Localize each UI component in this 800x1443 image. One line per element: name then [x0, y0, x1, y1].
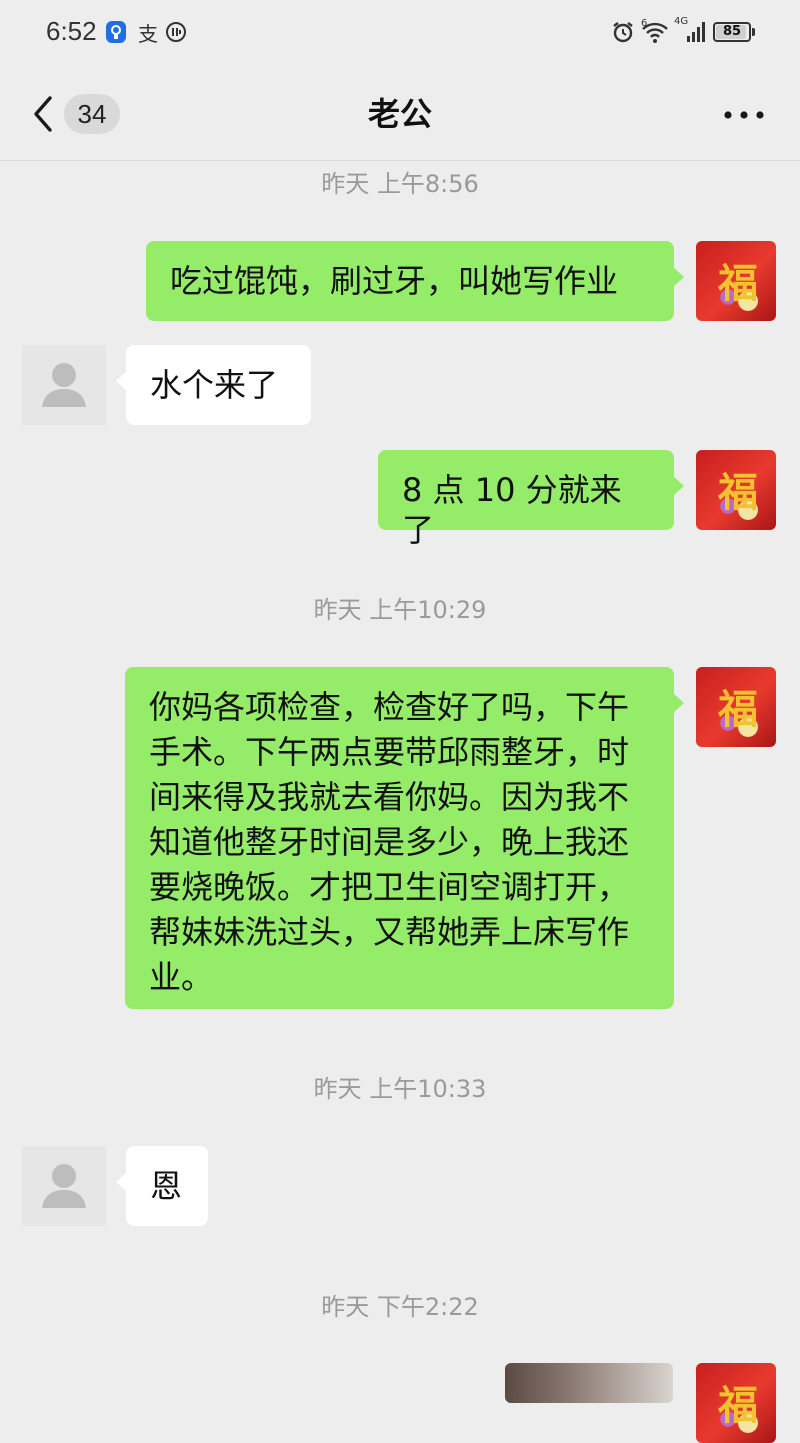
message-text: 8 点 10 分就来了 — [402, 471, 622, 549]
my-avatar[interactable]: 福 — [696, 450, 776, 530]
message-text: 水个来了 — [150, 366, 279, 404]
timestamp: 昨天 下午2:22 — [321, 1293, 479, 1321]
unread-count-badge[interactable]: 34 — [64, 94, 120, 134]
contact-avatar[interactable] — [22, 1146, 106, 1226]
my-avatar[interactable]: 福 — [696, 667, 776, 747]
avatar-glyph: 福 — [718, 686, 758, 733]
timestamp: 昨天 上午10:33 — [313, 1075, 487, 1103]
wifi-icon: 6 — [640, 18, 670, 44]
clock-app-icon — [164, 20, 188, 44]
received-message-bubble[interactable]: 恩 — [116, 1146, 208, 1226]
more-button[interactable] — [718, 98, 770, 132]
sent-message-bubble[interactable]: 吃过馄饨，刷过牙，叫她写作业 — [146, 241, 684, 321]
sim-indicator: 6 — [641, 18, 648, 29]
status-bar: 6:52 支 6 4G 85 — [0, 0, 800, 68]
sent-image-message[interactable] — [505, 1363, 673, 1403]
alarm-icon — [610, 20, 636, 44]
avatar-glyph: 福 — [718, 1382, 758, 1429]
avatar-glyph: 福 — [718, 469, 758, 516]
alipay-icon: 支 — [138, 21, 158, 46]
message-line: 你妈各项检查，检查好了吗，下午 — [149, 688, 630, 726]
chat-header: 34 老公 — [0, 68, 800, 161]
message-line: 手术。下午两点要带邱雨整牙，时 — [149, 733, 630, 771]
received-message-bubble[interactable]: 水个来了 — [116, 345, 311, 425]
sent-message-bubble[interactable]: 8 点 10 分就来了 — [378, 450, 684, 549]
battery-level: 85 — [722, 24, 742, 39]
user-icon — [42, 1164, 86, 1208]
status-time: 6:52 — [46, 16, 97, 46]
message-text: 吃过馄饨，刷过牙，叫她写作业 — [170, 262, 619, 300]
timestamp: 昨天 上午8:56 — [321, 170, 479, 198]
message-line: 间来得及我就去看你妈。因为我不 — [149, 778, 630, 816]
sent-message-bubble[interactable]: 你妈各项检查，检查好了吗，下午 手术。下午两点要带邱雨整牙，时 间来得及我就去看… — [125, 667, 684, 1009]
message-line: 要烧晚饭。才把卫生间空调打开， — [149, 868, 630, 906]
chat-title: 老公 — [367, 95, 432, 133]
signal-icon: 4G — [674, 16, 706, 44]
contact-avatar[interactable] — [22, 345, 106, 425]
network-type: 4G — [674, 16, 689, 27]
my-avatar[interactable]: 福 — [696, 1363, 776, 1443]
message-line: 知道他整牙时间是多少，晚上我还 — [149, 823, 630, 861]
battery-icon: 85 — [712, 20, 756, 44]
timestamp: 昨天 上午10:29 — [313, 596, 487, 624]
message-line: 业。 — [149, 958, 214, 996]
shield-icon — [104, 20, 128, 44]
message-line: 帮妹妹洗过头，又帮她弄上床写作 — [149, 913, 630, 951]
back-arrow-icon — [34, 96, 52, 132]
user-icon — [42, 363, 86, 407]
back-button[interactable] — [26, 92, 60, 136]
message-text: 恩 — [150, 1167, 183, 1205]
avatar-glyph: 福 — [718, 260, 758, 307]
my-avatar[interactable]: 福 — [696, 241, 776, 321]
more-icon — [724, 111, 764, 119]
